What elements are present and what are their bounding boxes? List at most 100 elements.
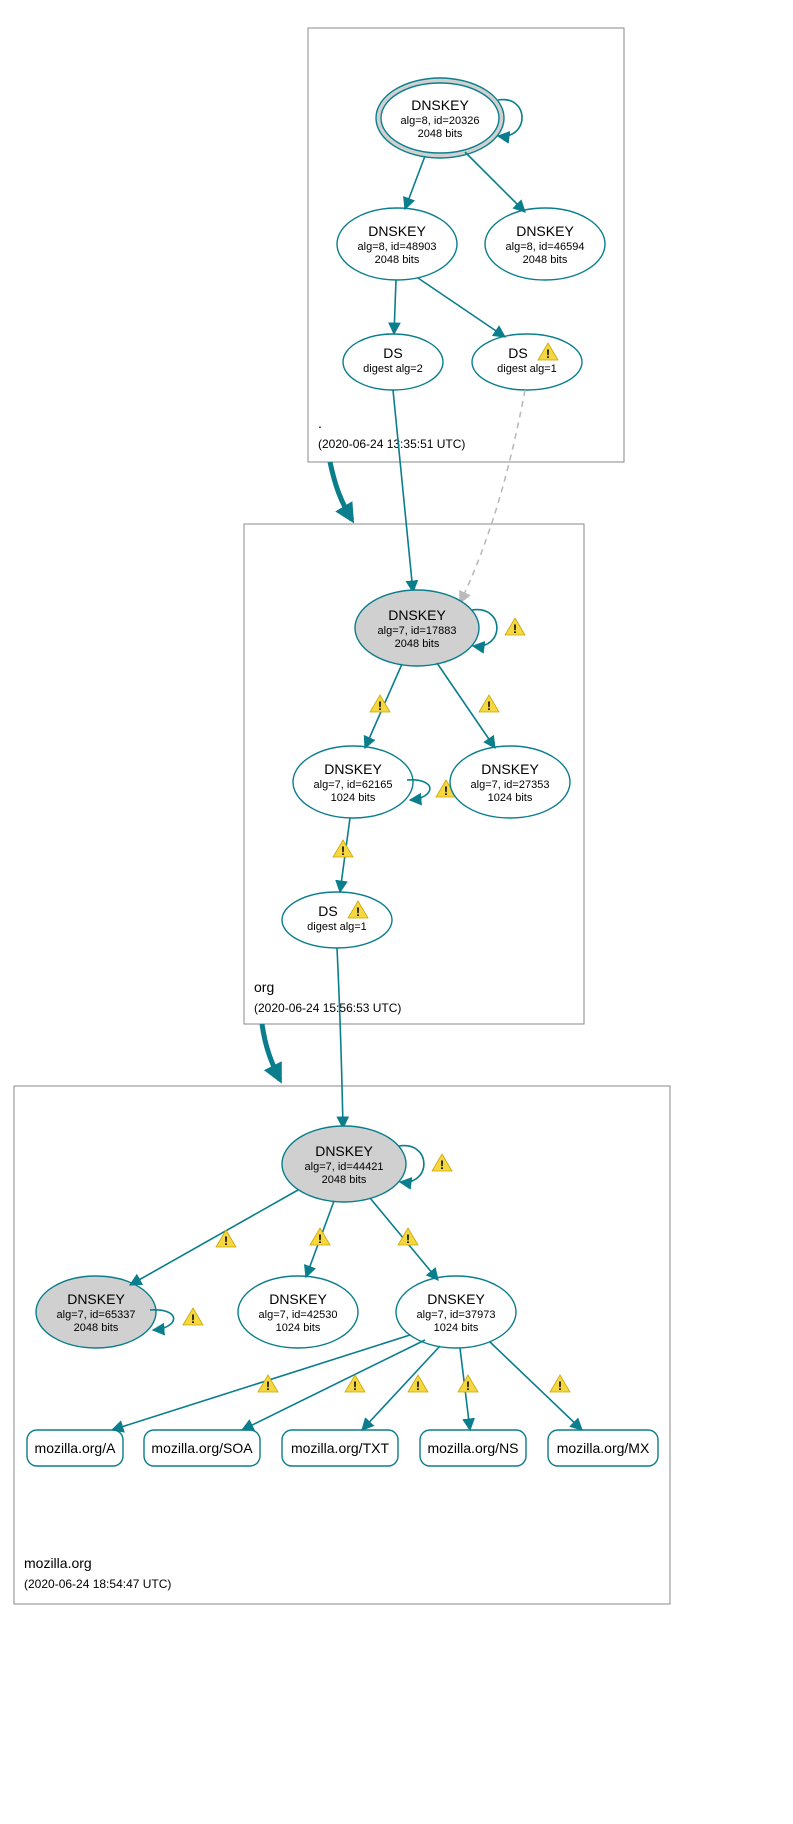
svg-text:1024 bits: 1024 bits [434, 1322, 479, 1334]
warning-icon: ! [398, 1228, 418, 1246]
svg-text:mozilla.org/TXT: mozilla.org/TXT [291, 1440, 389, 1456]
node-org-zsk1: DNSKEY alg=7, id=62165 1024 bits [293, 746, 413, 818]
svg-text:!: ! [341, 844, 345, 858]
zone-org-name: org [254, 979, 274, 995]
svg-text:!: ! [378, 699, 382, 713]
svg-text:!: ! [444, 784, 448, 798]
svg-text:DNSKEY: DNSKEY [324, 761, 382, 777]
edge-rootksk-zsk1 [405, 156, 425, 209]
node-moz-ksk: DNSKEY alg=7, id=44421 2048 bits [282, 1126, 406, 1202]
svg-text:DNSKEY: DNSKEY [368, 223, 426, 239]
svg-text:alg=7, id=42530: alg=7, id=42530 [259, 1309, 338, 1321]
svg-text:mozilla.org/NS: mozilla.org/NS [427, 1440, 518, 1456]
svg-text:!: ! [440, 1158, 444, 1172]
svg-text:DNSKEY: DNSKEY [388, 607, 446, 623]
zone-moz-timestamp: (2020-06-24 18:54:47 UTC) [24, 1577, 171, 1591]
warning-icon: ! [479, 695, 499, 713]
edge-mozksk-zsk1 [130, 1190, 298, 1285]
svg-text:alg=7, id=37973: alg=7, id=37973 [417, 1309, 496, 1321]
edge-orgds1-mozksk [337, 948, 343, 1128]
node-org-ds1: DS digest alg=1 ! [282, 892, 392, 948]
warning-icon: ! [432, 1154, 452, 1172]
node-rr-txt: mozilla.org/TXT [282, 1430, 398, 1466]
node-root-ds2: DS digest alg=2 [343, 334, 443, 390]
svg-text:DS: DS [508, 345, 527, 361]
svg-text:alg=7, id=65337: alg=7, id=65337 [57, 1309, 136, 1321]
node-org-ksk: DNSKEY alg=7, id=17883 2048 bits [355, 590, 479, 666]
svg-text:digest alg=1: digest alg=1 [497, 363, 557, 375]
svg-text:2048 bits: 2048 bits [418, 128, 463, 140]
edge-rootds2-orgksk [393, 390, 413, 592]
svg-text:digest alg=1: digest alg=1 [307, 921, 367, 933]
node-root-zsk2: DNSKEY alg=8, id=46594 2048 bits [485, 208, 605, 280]
warning-icon: ! [216, 1230, 236, 1248]
svg-text:!: ! [466, 1379, 470, 1393]
edge-mozzsk3-txt [362, 1346, 440, 1430]
warning-icon: ! [333, 840, 353, 858]
svg-text:alg=8, id=46594: alg=8, id=46594 [506, 241, 585, 253]
svg-text:!: ! [558, 1379, 562, 1393]
svg-text:!: ! [546, 347, 550, 361]
svg-text:DNSKEY: DNSKEY [411, 97, 469, 113]
edge-rootzsk1-ds2 [394, 280, 396, 334]
svg-text:DNSKEY: DNSKEY [481, 761, 539, 777]
svg-text:mozilla.org/A: mozilla.org/A [35, 1440, 117, 1456]
node-rr-a: mozilla.org/A [27, 1430, 123, 1466]
svg-text:!: ! [416, 1379, 420, 1393]
zone-moz-name: mozilla.org [24, 1555, 92, 1571]
svg-text:DS: DS [383, 345, 402, 361]
svg-text:!: ! [318, 1232, 322, 1246]
svg-text:2048 bits: 2048 bits [375, 254, 420, 266]
warning-icon: ! [183, 1308, 203, 1326]
warning-icon: ! [458, 1375, 478, 1393]
node-rr-soa: mozilla.org/SOA [144, 1430, 260, 1466]
svg-text:DNSKEY: DNSKEY [67, 1291, 125, 1307]
svg-text:1024 bits: 1024 bits [276, 1322, 321, 1334]
svg-text:mozilla.org/SOA: mozilla.org/SOA [151, 1440, 253, 1456]
edge-rootksk-zsk2 [465, 152, 525, 212]
node-org-zsk2: DNSKEY alg=7, id=27353 1024 bits [450, 746, 570, 818]
node-moz-zsk3: DNSKEY alg=7, id=37973 1024 bits [396, 1276, 516, 1348]
svg-text:1024 bits: 1024 bits [331, 792, 376, 804]
node-root-ds1: DS digest alg=1 ! [472, 334, 582, 390]
svg-text:!: ! [353, 1379, 357, 1393]
svg-text:alg=7, id=44421: alg=7, id=44421 [305, 1161, 384, 1173]
svg-text:!: ! [406, 1232, 410, 1246]
svg-text:alg=8, id=20326: alg=8, id=20326 [401, 115, 480, 127]
zone-root-timestamp: (2020-06-24 13:35:51 UTC) [318, 437, 465, 451]
edge-mozzsk3-mx [490, 1342, 582, 1430]
warning-icon: ! [550, 1375, 570, 1393]
svg-text:!: ! [266, 1379, 270, 1393]
svg-text:2048 bits: 2048 bits [395, 638, 440, 650]
svg-text:alg=7, id=27353: alg=7, id=27353 [471, 779, 550, 791]
edge-rootds1-orgksk [460, 390, 525, 603]
node-root-zsk1: DNSKEY alg=8, id=48903 2048 bits [337, 208, 457, 280]
zone-org-timestamp: (2020-06-24 15:56:53 UTC) [254, 1001, 401, 1015]
delegation-org-moz [262, 1024, 280, 1080]
svg-text:DNSKEY: DNSKEY [269, 1291, 327, 1307]
node-moz-zsk2: DNSKEY alg=7, id=42530 1024 bits [238, 1276, 358, 1348]
node-rr-ns: mozilla.org/NS [420, 1430, 526, 1466]
node-rr-mx: mozilla.org/MX [548, 1430, 658, 1466]
svg-text:!: ! [356, 905, 360, 919]
svg-text:!: ! [191, 1312, 195, 1326]
svg-text:2048 bits: 2048 bits [322, 1174, 367, 1186]
svg-text:digest alg=2: digest alg=2 [363, 363, 423, 375]
warning-icon: ! [505, 618, 525, 636]
warning-icon: ! [310, 1228, 330, 1246]
svg-text:DNSKEY: DNSKEY [315, 1143, 373, 1159]
edge-rootzsk1-ds1 [418, 278, 505, 337]
edge-mozzsk3-a [112, 1335, 410, 1430]
svg-text:DNSKEY: DNSKEY [516, 223, 574, 239]
svg-text:mozilla.org/MX: mozilla.org/MX [557, 1440, 650, 1456]
svg-text:!: ! [487, 699, 491, 713]
svg-text:alg=7, id=62165: alg=7, id=62165 [314, 779, 393, 791]
svg-text:!: ! [513, 622, 517, 636]
node-moz-zsk1: DNSKEY alg=7, id=65337 2048 bits [36, 1276, 156, 1348]
dnssec-chain-diagram: . (2020-06-24 13:35:51 UTC) DNSKEY alg=8… [0, 0, 793, 1824]
node-root-ksk: DNSKEY alg=8, id=20326 2048 bits [376, 78, 504, 158]
delegation-root-org [330, 462, 352, 520]
svg-text:alg=7, id=17883: alg=7, id=17883 [378, 625, 457, 637]
svg-text:1024 bits: 1024 bits [488, 792, 533, 804]
svg-text:DS: DS [318, 903, 337, 919]
